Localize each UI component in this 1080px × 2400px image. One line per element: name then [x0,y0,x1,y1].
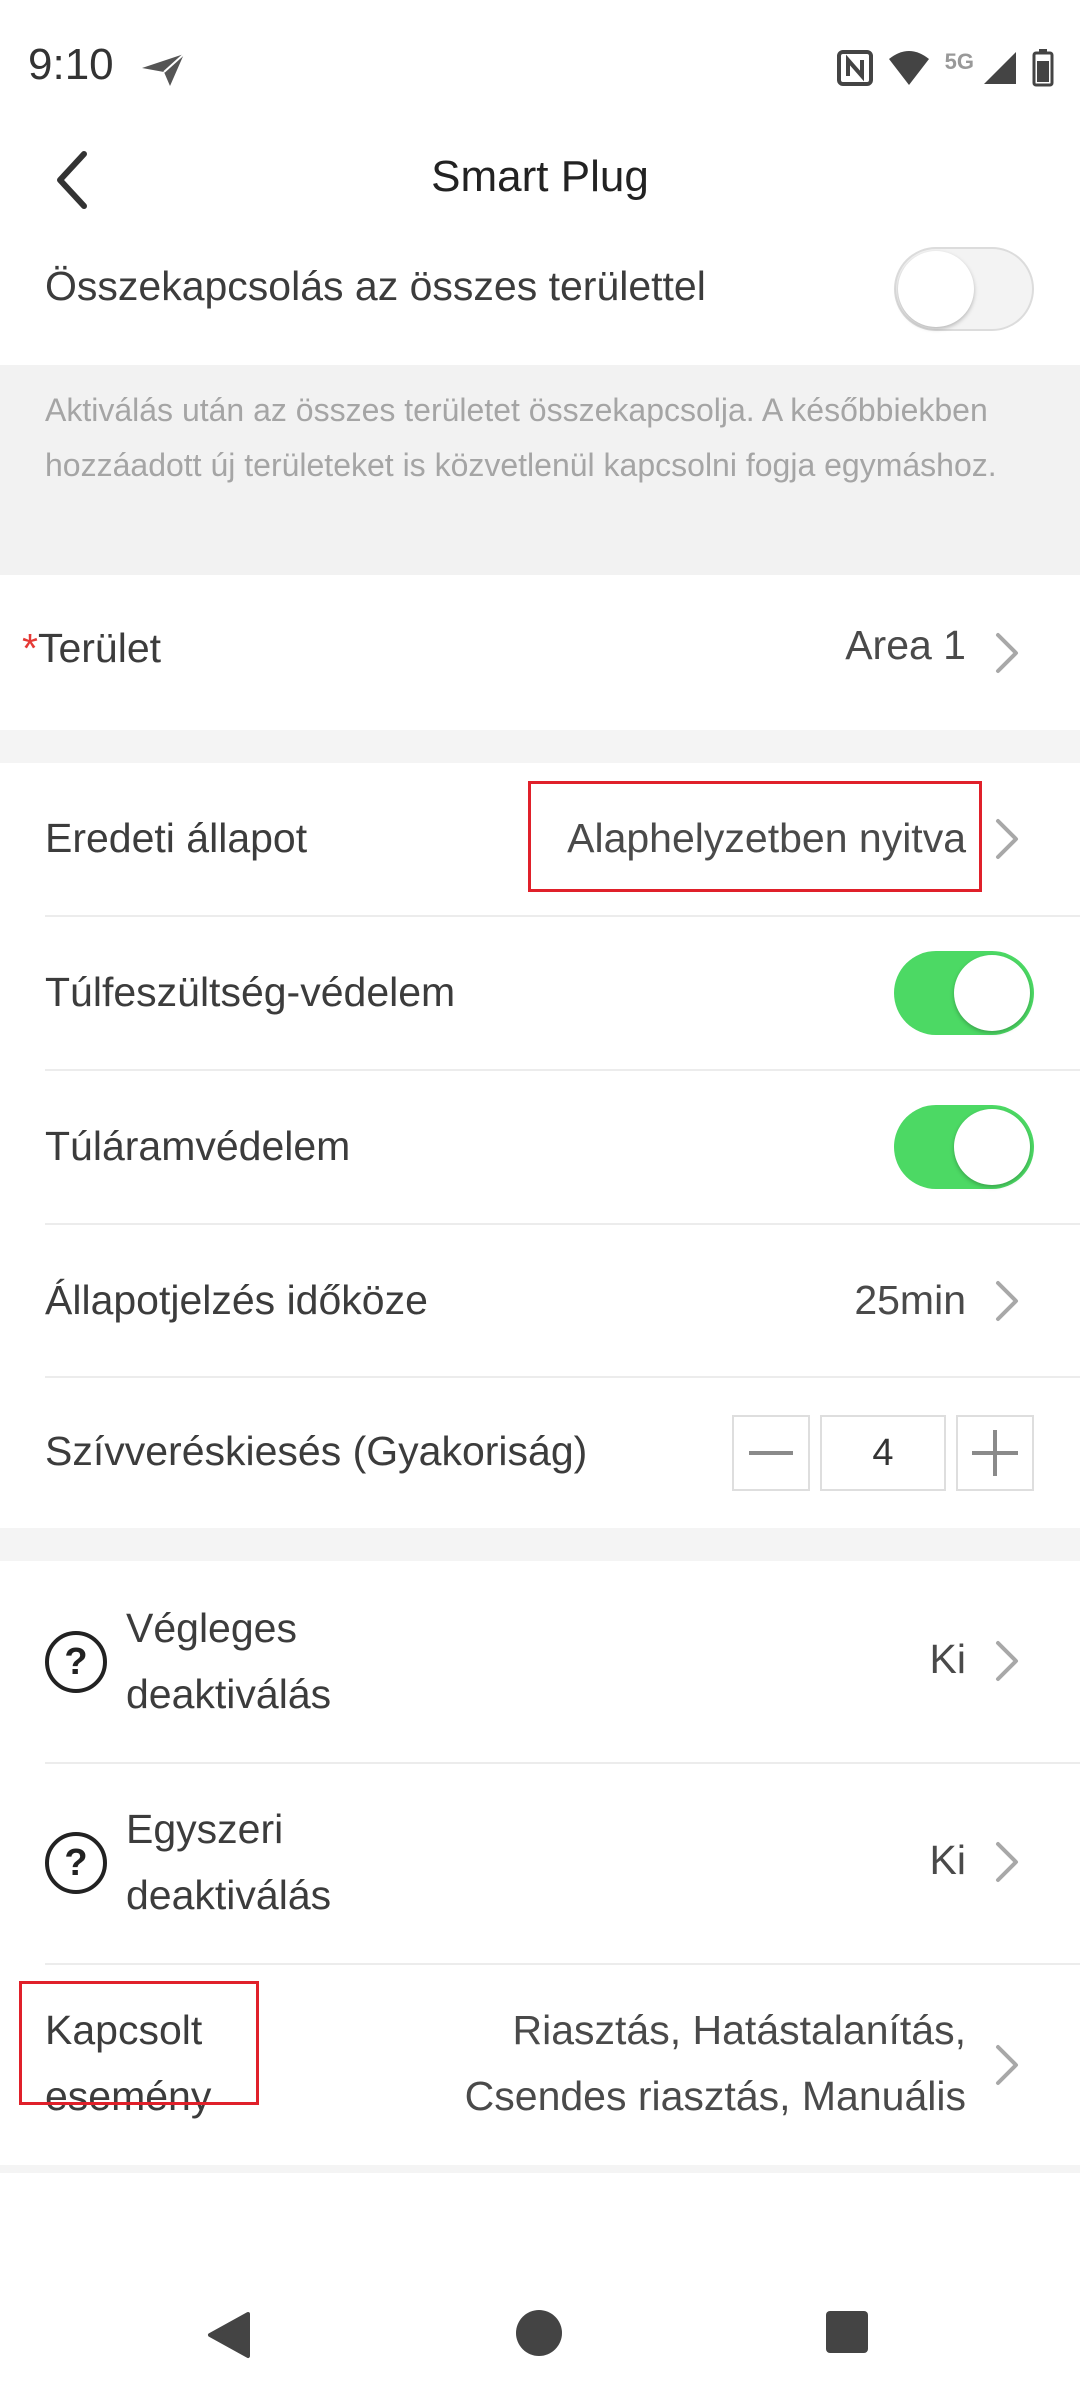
section-gap [0,2165,1080,2173]
link-all-areas-toggle[interactable] [894,247,1034,331]
toggle-knob [954,955,1030,1031]
increment-button[interactable] [956,1415,1034,1491]
signal-icon [984,52,1016,84]
one-time-deactivation-row[interactable]: ? Egyszeri deaktiválás Ki [0,1764,1080,1963]
status-interval-label: Állapotjelzés időköze [45,1277,428,1323]
chevron-right-icon [996,1281,1018,1321]
area-row[interactable]: *Terület Area 1 [0,575,1080,730]
chevron-right-icon [996,633,1018,673]
heartbeat-stepper: 4 [732,1415,1034,1491]
initial-state-label: Eredeti állapot [45,815,308,861]
status-interval-value: 25min [854,1277,966,1323]
chevron-right-icon [996,819,1018,859]
permanent-deactivation-row[interactable]: ? Végleges deaktiválás Ki [0,1561,1080,1762]
label-line-1: Egyszeri [126,1806,284,1852]
label-line-1: Végleges [126,1605,297,1651]
overvoltage-row: Túlfeszültség-védelem [0,917,1080,1069]
overcurrent-label: Túláramvédelem [45,1123,351,1169]
link-all-areas-label: Összekapcsolás az összes területtel [45,263,706,309]
nav-home-icon[interactable] [516,2310,562,2356]
app-bar: Smart Plug [0,130,1080,230]
linked-event-value: Riasztás, Hatástalanítás, Csendes riaszt… [465,1997,966,2129]
chevron-right-icon [996,1842,1018,1882]
overvoltage-toggle[interactable] [894,951,1034,1035]
permanent-deactivation-label: Végleges deaktiválás [126,1595,331,1727]
status-interval-row[interactable]: Állapotjelzés időköze 25min [0,1225,1080,1376]
decrement-button[interactable] [732,1415,810,1491]
one-time-deactivation-value: Ki [929,1837,966,1883]
nav-recents-icon[interactable] [826,2311,868,2353]
toggle-knob [954,1109,1030,1185]
help-icon[interactable]: ? [45,1631,107,1693]
permanent-deactivation-value: Ki [929,1636,966,1682]
plus-icon [972,1430,1018,1476]
toggle-knob [898,251,974,327]
status-icons: 5G [836,46,1054,90]
send-icon [142,53,185,86]
network-type: 5G [944,49,974,74]
wifi-icon [888,51,929,85]
label-line-2: deaktiválás [126,1872,332,1918]
link-all-info-box: Aktiválás után az összes területet össze… [0,365,1080,575]
minus-icon [749,1451,793,1455]
system-nav-bar [0,2270,1080,2400]
link-all-areas-row: Összekapcsolás az összes területtel [0,235,1080,365]
heartbeat-label: Szívveréskiesés (Gyakoriság) [45,1428,588,1474]
section-gap [0,730,1080,763]
status-bar: 9:10 5G [0,0,1080,130]
nav-back-icon[interactable] [204,2310,252,2360]
highlight-box [19,1981,259,2105]
value-line-2: Csendes riasztás, Manuális [464,2073,966,2119]
section-gap [0,1528,1080,1561]
page-title: Smart Plug [431,152,649,201]
value-line-1: Riasztás, Hatástalanítás, [512,2007,966,2053]
link-all-info-text: Aktiválás után az összes területet össze… [45,392,997,483]
label-line-2: deaktiválás [126,1671,332,1717]
overvoltage-label: Túlfeszültség-védelem [45,969,456,1015]
required-mark: * [22,625,38,671]
overcurrent-toggle[interactable] [894,1105,1034,1189]
highlight-box [528,781,982,892]
area-label-wrap: *Terület [22,625,161,672]
area-label: Terület [37,625,162,671]
one-time-deactivation-label: Egyszeri deaktiválás [126,1796,331,1928]
chevron-right-icon [996,1641,1018,1681]
chevron-right-icon [996,2045,1018,2085]
status-time: 9:10 [28,40,114,89]
battery-icon [1032,49,1054,87]
nfc-icon [836,50,873,86]
overcurrent-row: Túláramvédelem [0,1071,1080,1223]
help-icon[interactable]: ? [45,1832,107,1894]
heartbeat-value[interactable]: 4 [820,1415,946,1491]
area-value: Area 1 [845,622,966,668]
